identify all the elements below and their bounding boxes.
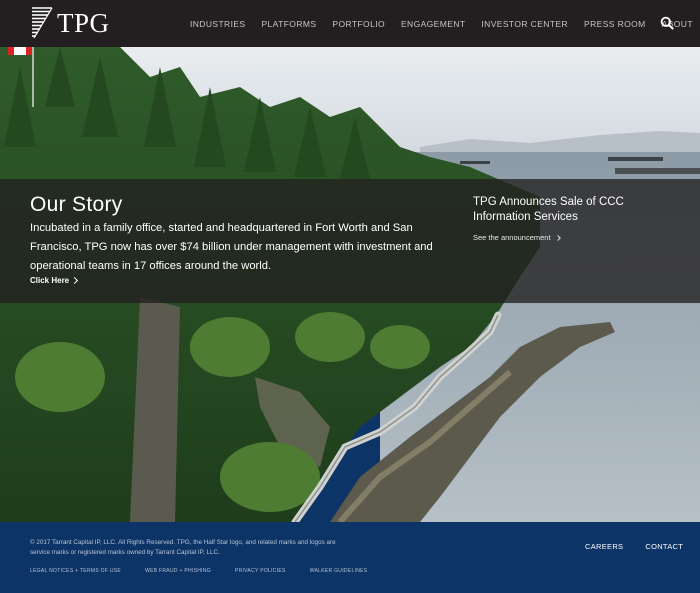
search-icon[interactable] (660, 16, 674, 30)
chevron-right-icon (71, 276, 79, 285)
copyright-text: © 2017 Tarrant Capital IP, LLC. All Righ… (30, 539, 336, 556)
legal-notices-link[interactable]: LEGAL NOTICES + TERMS OF USE (30, 568, 121, 574)
click-here-link[interactable]: Click Here (30, 276, 79, 285)
web-fraud-link[interactable]: WEB FRAUD + PHISHING (145, 568, 211, 574)
nav-platforms[interactable]: PLATFORMS (261, 19, 316, 29)
half-star-logo-icon (32, 7, 53, 39)
site-footer: © 2017 Tarrant Capital IP, LLC. All Righ… (0, 522, 700, 593)
chevron-right-icon (554, 234, 561, 241)
nav-industries[interactable]: INDUSTRIES (190, 19, 245, 29)
nav-investor-center[interactable]: INVESTOR CENTER (481, 19, 568, 29)
tpg-logo[interactable]: TPG (30, 6, 112, 40)
nav-engagement[interactable]: ENGAGEMENT (401, 19, 465, 29)
click-here-label: Click Here (30, 276, 70, 285)
careers-link[interactable]: CAREERS (585, 542, 623, 551)
see-announcement-label: See the announcement (473, 233, 551, 242)
privacy-policies-link[interactable]: PRIVACY POLICIES (235, 568, 286, 574)
story-title: Our Story (30, 193, 123, 216)
hero-section: Our Story Incubated in a family office, … (0, 47, 700, 522)
walker-guidelines-link[interactable]: WALKER GUIDELINES (310, 568, 368, 574)
story-body: Incubated in a family office, started an… (30, 222, 433, 272)
brand-name: TPG (57, 8, 110, 38)
site-header: TPG INDUSTRIES PLATFORMS PORTFOLIO ENGAG… (0, 0, 700, 47)
nav-portfolio[interactable]: PORTFOLIO (332, 19, 385, 29)
main-nav: INDUSTRIES PLATFORMS PORTFOLIO ENGAGEMEN… (190, 0, 693, 47)
footer-legal-links: LEGAL NOTICES + TERMS OF USE WEB FRAUD +… (30, 568, 391, 574)
see-announcement-link[interactable]: See the announcement (473, 233, 561, 242)
announcement-title[interactable]: TPG Announces Sale of CCC Information Se… (473, 195, 678, 225)
contact-link[interactable]: CONTACT (645, 542, 683, 551)
footer-nav: CAREERS CONTACT (585, 542, 683, 551)
story-overlay: Our Story Incubated in a family office, … (0, 179, 700, 303)
nav-press-room[interactable]: PRESS ROOM (584, 19, 646, 29)
